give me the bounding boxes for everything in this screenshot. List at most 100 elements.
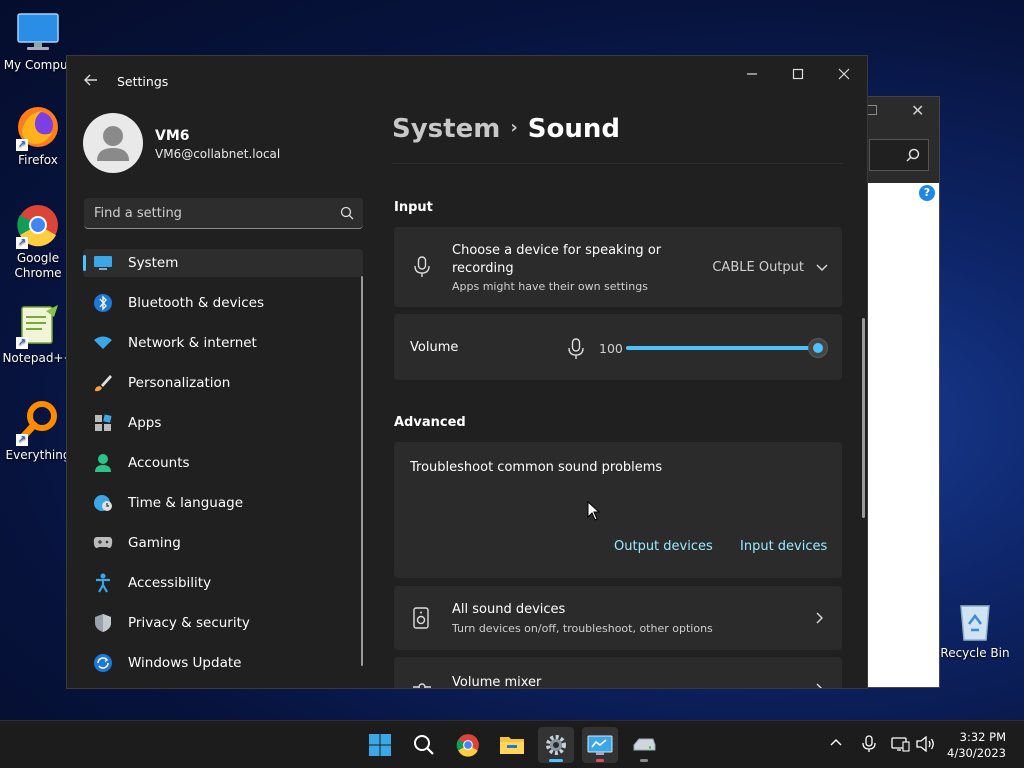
volume-slider[interactable] <box>626 338 828 358</box>
sidebar-item-label: Accessibility <box>128 575 212 591</box>
volume-mixer-title: Volume mixer <box>452 675 542 689</box>
bg-window-close-icon[interactable]: ✕ <box>911 101 924 120</box>
desktop-icon-label: Recycle Bin <box>940 646 1010 660</box>
selection-indicator <box>83 255 86 271</box>
sidebar-item-bluetooth[interactable]: Bluetooth & devices <box>83 283 363 323</box>
sidebar-item-windows-update[interactable]: Windows Update <box>83 643 363 683</box>
taskbar-clock[interactable]: 3:32 PM 4/30/2023 <box>947 729 1006 761</box>
search-box[interactable] <box>84 198 363 229</box>
all-sound-devices-card[interactable]: All sound devices Turn devices on/off, t… <box>394 586 842 650</box>
chrome-icon: ↗ <box>16 203 60 249</box>
sidebar-item-apps[interactable]: Apps <box>83 403 363 443</box>
accessibility-icon <box>93 573 113 593</box>
section-heading-advanced: Advanced <box>394 415 466 430</box>
close-icon[interactable] <box>829 64 859 88</box>
desktop-icon-label: Firefox <box>18 153 58 167</box>
tray-volume-icon[interactable] <box>916 735 936 756</box>
taskbar-control-panel-button[interactable] <box>582 727 618 763</box>
desktop-icon-everything[interactable]: ↗ Everything <box>0 400 76 462</box>
desktop-icon-label: My Comput <box>3 58 73 72</box>
breadcrumb-parent[interactable]: System <box>392 114 500 144</box>
volume-label: Volume <box>410 340 459 355</box>
taskbar-settings-button[interactable] <box>538 727 574 763</box>
volume-slider-thumb[interactable] <box>808 338 828 358</box>
sidebar-item-label: Apps <box>128 415 162 431</box>
taskbar-file-explorer-button[interactable] <box>494 727 530 763</box>
sidebar-item-label: Privacy & security <box>128 615 250 631</box>
sidebar-nav: System Bluetooth & devices Network & int… <box>83 249 363 683</box>
all-sound-devices-subtitle: Turn devices on/off, troubleshoot, other… <box>452 622 713 635</box>
divider <box>392 163 842 164</box>
search-icon[interactable] <box>339 205 355 221</box>
sidebar-item-label: Personalization <box>128 375 231 391</box>
sidebar-item-label: Time & language <box>128 495 244 511</box>
bg-window-content: ? <box>867 183 939 687</box>
sidebar-item-label: System <box>128 255 179 271</box>
desktop-icon-firefox[interactable]: ↗ Firefox <box>0 105 76 167</box>
notepadpp-icon: ↗ <box>16 303 60 349</box>
update-icon <box>93 653 113 673</box>
sidebar-item-time-language[interactable]: Time & language <box>83 483 363 523</box>
shortcut-arrow-icon: ↗ <box>16 237 28 249</box>
desktop-icon-chrome[interactable]: ↗ Google Chrome <box>0 203 76 281</box>
running-app-indicator <box>640 759 648 762</box>
input-devices-link[interactable]: Input devices <box>740 539 827 554</box>
desktop-icon-recycle-bin[interactable]: Recycle Bin <box>937 598 1013 660</box>
shortcut-arrow-icon: ↗ <box>16 337 28 349</box>
content-scrollbar[interactable] <box>862 318 865 518</box>
minimize-icon[interactable] <box>737 64 767 88</box>
globe-clock-icon <box>93 493 113 513</box>
firefox-icon: ↗ <box>16 105 60 151</box>
maximize-icon[interactable] <box>783 64 813 88</box>
gamepad-icon <box>93 533 113 553</box>
sidebar-item-network[interactable]: Network & internet <box>83 323 363 363</box>
output-devices-link[interactable]: Output devices <box>614 539 713 554</box>
title-bar[interactable]: Settings <box>67 56 867 106</box>
back-arrow-icon[interactable] <box>83 72 101 90</box>
wifi-icon <box>93 333 113 353</box>
search-icon <box>906 148 920 162</box>
start-button[interactable] <box>362 727 398 763</box>
bg-window-maximize-icon[interactable] <box>867 105 877 115</box>
sidebar-item-personalization[interactable]: Personalization <box>83 363 363 403</box>
chrome-icon <box>456 734 479 757</box>
input-device-card[interactable]: Choose a device for speaking or recordin… <box>394 227 842 307</box>
taskbar-chrome-button[interactable] <box>450 727 486 763</box>
sidebar-scrollbar[interactable] <box>361 276 363 666</box>
input-device-selected: CABLE Output <box>712 260 804 275</box>
input-device-title-line2: recording <box>452 261 514 276</box>
desktop-icon-label: Google Chrome <box>14 251 62 280</box>
desktop-icon-notepadpp[interactable]: ↗ Notepad++ <box>0 303 76 365</box>
chevron-right-icon: › <box>510 117 518 138</box>
sidebar-item-accounts[interactable]: Accounts <box>83 443 363 483</box>
background-window[interactable]: ✕ ? <box>860 96 940 688</box>
gear-icon <box>546 735 566 755</box>
sidebar-item-system[interactable]: System <box>83 249 363 277</box>
sidebar-item-privacy[interactable]: Privacy & security <box>83 603 363 643</box>
search-input[interactable] <box>94 203 324 223</box>
taskbar-search-button[interactable] <box>406 727 442 763</box>
help-icon[interactable]: ? <box>919 185 935 201</box>
tray-microphone-icon[interactable] <box>862 735 876 757</box>
running-app-indicator <box>596 759 604 762</box>
tray-network-icon[interactable] <box>890 736 910 756</box>
sidebar-item-gaming[interactable]: Gaming <box>83 523 363 563</box>
volume-mixer-card[interactable]: Volume mixer <box>394 657 842 689</box>
sidebar-item-label: Gaming <box>128 535 181 551</box>
clock-date: 4/30/2023 <box>947 746 1006 760</box>
taskbar: 3:32 PM 4/30/2023 <box>0 720 1024 768</box>
desktop-icon-my-computer[interactable]: My Comput <box>0 10 76 72</box>
microphone-icon[interactable] <box>568 338 584 360</box>
user-icon <box>97 126 129 161</box>
sidebar-item-label: Windows Update <box>128 655 242 671</box>
bluetooth-icon <box>93 293 113 313</box>
bg-window-search-box[interactable] <box>869 139 929 171</box>
avatar[interactable] <box>83 113 143 173</box>
taskbar-drive-button[interactable] <box>626 727 662 763</box>
shortcut-arrow-icon: ↗ <box>16 434 28 446</box>
input-device-dropdown[interactable]: CABLE Output <box>712 260 828 275</box>
accounts-icon <box>93 453 113 473</box>
sidebar-item-accessibility[interactable]: Accessibility <box>83 563 363 603</box>
search-icon <box>414 735 434 755</box>
show-hidden-icons-chevron-up-icon[interactable] <box>830 735 842 750</box>
